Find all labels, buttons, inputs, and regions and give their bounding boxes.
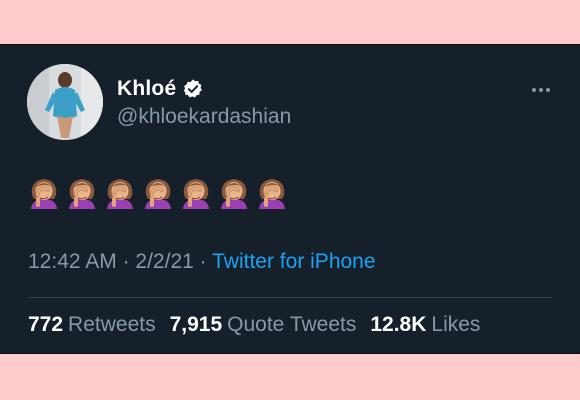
name-row: Khloé <box>117 77 204 101</box>
retweets-count: 772 <box>28 313 64 336</box>
likes-count: 12.8K <box>370 313 427 336</box>
tweet-date[interactable]: 2/2/21 <box>135 250 193 273</box>
likes-stat[interactable]: 12.8K Likes <box>370 313 480 337</box>
tweet-stats: 772 Retweets 7,915 Quote Tweets 12.8K Likes <box>28 313 494 337</box>
retweets-label: Retweets <box>68 313 156 336</box>
tweet-source-link[interactable]: Twitter for iPhone <box>212 250 375 273</box>
more-options-icon[interactable] <box>532 88 550 92</box>
woman-facepalming-emoji <box>259 179 285 209</box>
display-name[interactable]: Khloé <box>117 77 176 101</box>
likes-label: Likes <box>431 313 481 336</box>
divider <box>28 297 552 298</box>
woman-facepalming-emoji <box>145 179 171 209</box>
tweet-time[interactable]: 12:42 AM <box>28 250 117 273</box>
avatar-photo <box>27 64 103 140</box>
tweet-timestamp-row: 12:42 AM · 2/2/21 · Twitter for iPhone <box>28 250 376 274</box>
tweet-text <box>28 175 288 209</box>
user-handle[interactable]: @khloekardashian <box>117 105 291 129</box>
quote-tweets-count: 7,915 <box>169 313 223 336</box>
quote-tweets-label: Quote Tweets <box>227 313 357 336</box>
woman-facepalming-emoji <box>221 179 247 209</box>
verified-badge-icon <box>184 79 203 98</box>
woman-facepalming-emoji <box>69 179 95 209</box>
woman-facepalming-emoji <box>31 179 57 209</box>
quote-tweets-stat[interactable]: 7,915 Quote Tweets <box>170 313 357 337</box>
woman-facepalming-emoji <box>107 179 133 209</box>
avatar[interactable] <box>27 64 103 140</box>
tweet-card: Khloé @khloekardashian 12:42 AM · 2/2/21… <box>0 44 580 354</box>
retweets-stat[interactable]: 772 Retweets <box>28 313 156 337</box>
woman-facepalming-emoji <box>183 179 209 209</box>
meta-separator: · <box>199 250 207 273</box>
meta-separator: · <box>122 250 130 273</box>
